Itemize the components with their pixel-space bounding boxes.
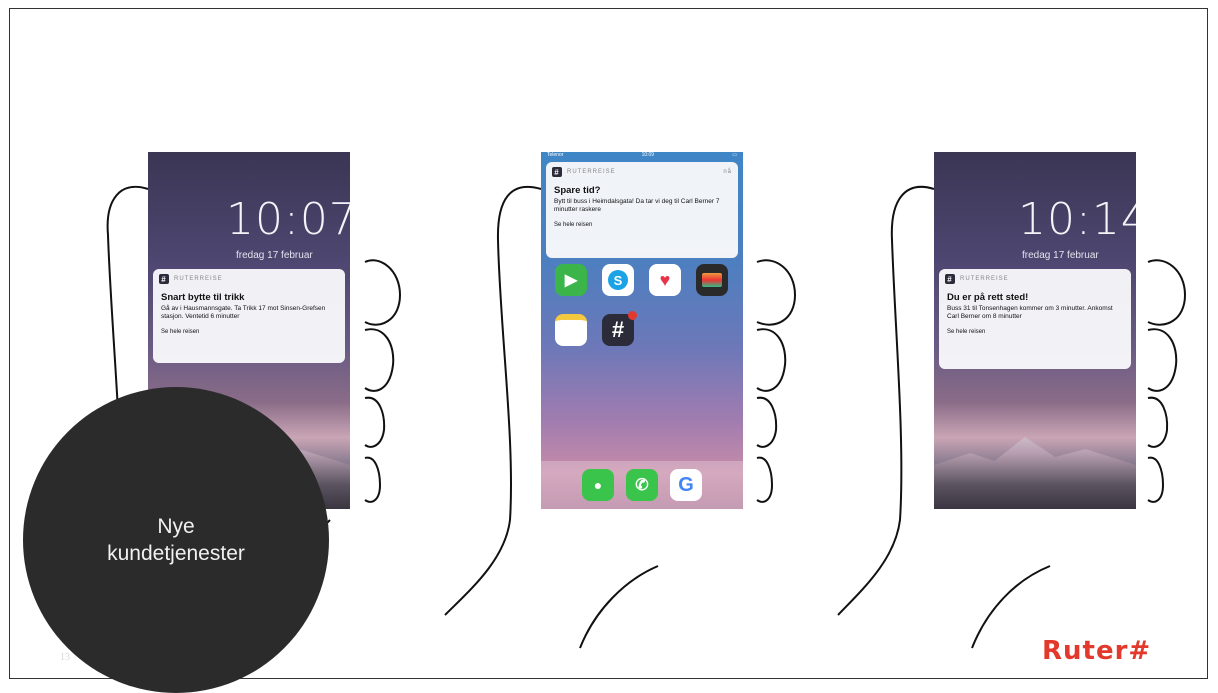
notification-header: # RUTERREISE nå <box>546 162 738 177</box>
facetime-app-icon[interactable]: ▶ <box>555 264 587 296</box>
health-app-icon[interactable]: ♥ <box>649 264 681 296</box>
phone-middle-homescreen: Telenor 10:09 ▭ # RUTERREISE nå Spare ti… <box>541 152 743 509</box>
notification-title: Spare tid? <box>554 185 601 196</box>
ruter-app-icon: # <box>945 274 955 284</box>
notification-badge <box>628 311 637 320</box>
phone-app-icon[interactable]: ✆ <box>626 469 658 501</box>
lockscreen-date: fredag 17 februar <box>1022 250 1099 261</box>
notification-card[interactable]: # RUTERREISE nå Spare tid? Bytt til buss… <box>546 162 738 258</box>
app-dock: ● ✆ G <box>541 461 743 509</box>
notification-body: Buss 31 til Tonsenhagen kommer om 3 minu… <box>947 305 1113 320</box>
status-bar: Telenor 10:09 ▭ <box>541 152 743 160</box>
google-app-icon[interactable]: G <box>670 469 702 501</box>
notification-title: Du er på rett sted! <box>947 292 1029 303</box>
battery-icon: ▭ <box>732 152 737 158</box>
new-services-circle: Nye kundetjenester <box>23 387 329 693</box>
notification-app-name: RUTERREISE <box>174 276 223 282</box>
messages-app-icon[interactable]: ● <box>582 469 614 501</box>
see-whole-trip-link[interactable]: Se hele reisen <box>153 321 345 341</box>
notification-time: nå <box>723 169 732 175</box>
lockscreen-date: fredag 17 februar <box>236 250 313 261</box>
notification-card[interactable]: # RUTERREISE Du er på rett sted! Buss 31… <box>939 269 1131 369</box>
circle-label-line1: Nye <box>157 515 195 538</box>
status-clock: 10:09 <box>641 152 655 158</box>
app-grid: ▶ S ♥ # <box>555 264 736 346</box>
lockscreen-time: 10:07 <box>226 194 350 245</box>
notification-app-name: RUTERREISE <box>567 169 616 175</box>
lockscreen-time: 10:14 <box>1018 194 1136 245</box>
notification-header: # RUTERREISE <box>939 269 1131 284</box>
see-whole-trip-link[interactable]: Se hele reisen <box>939 321 1131 341</box>
ruter-app-icon: # <box>552 167 562 177</box>
notification-body: Bytt til buss i Heimdalsgata! Da tar vi … <box>554 198 720 213</box>
see-whole-trip-link[interactable]: Se hele reisen <box>546 214 738 234</box>
notification-title: Snart bytte til trikk <box>161 292 245 303</box>
skype-app-icon[interactable]: S <box>602 264 634 296</box>
carrier-label: Telenor <box>547 152 564 158</box>
ruter-logo: Ruter# <box>1042 636 1152 666</box>
ruterreise-app-icon[interactable]: # <box>602 311 637 346</box>
notes-app-icon[interactable] <box>555 314 587 346</box>
phone-right-lockscreen: 10:14 fredag 17 februar # RUTERREISE Du … <box>934 152 1136 509</box>
notification-app-name: RUTERREISE <box>960 276 1009 282</box>
notification-header: # RUTERREISE <box>153 269 345 284</box>
ruter-app-icon: # <box>159 274 169 284</box>
circle-label-line2: kundetjenester <box>107 542 245 565</box>
notification-body: Gå av i Hausmannsgate. Ta Trikk 17 mot S… <box>161 305 326 320</box>
mountain-wallpaper <box>934 437 1136 509</box>
wallet-app-icon[interactable] <box>696 264 728 296</box>
page-number: 13 <box>60 652 70 663</box>
notification-card[interactable]: # RUTERREISE Snart bytte til trikk Gå av… <box>153 269 345 363</box>
